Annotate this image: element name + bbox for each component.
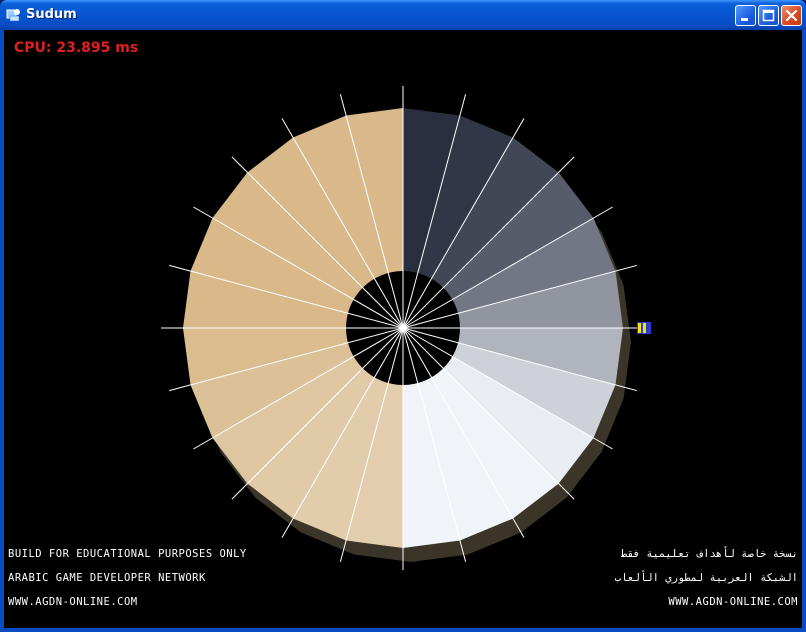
- app-window: Sudum CPU: 23.895 ms BUILD FOR EDUCATION…: [0, 0, 806, 632]
- window-frame-right: [802, 30, 806, 632]
- minimize-button[interactable]: [735, 5, 756, 26]
- cpu-timing-readout: CPU: 23.895 ms: [14, 40, 139, 56]
- footer-right-line-3: WWW.AGDN-ONLINE.COM: [668, 596, 798, 608]
- footer-left-line-3: WWW.AGDN-ONLINE.COM: [8, 596, 138, 608]
- footer-left-line-2: ARABIC GAME DEVELOPER NETWORK: [8, 572, 206, 584]
- footer-left-line-1: BUILD FOR EDUCATIONAL PURPOSES ONLY: [8, 548, 247, 560]
- minimize-icon: [741, 18, 748, 21]
- close-icon: [785, 9, 798, 22]
- game-viewport[interactable]: CPU: 23.895 ms BUILD FOR EDUCATIONAL PUR…: [4, 30, 802, 628]
- app-icon: [6, 9, 20, 22]
- footer-credits-right: نسخة خاصة لأهداف تعليمية فقط الشبكة العر…: [615, 534, 798, 622]
- footer-right-line-1: نسخة خاصة لأهداف تعليمية فقط: [620, 548, 798, 560]
- footer-credits-left: BUILD FOR EDUCATIONAL PURPOSES ONLY ARAB…: [8, 534, 247, 622]
- position-marker-icon[interactable]: [637, 322, 651, 334]
- footer-right-line-2: الشبكة العربية لمطوري الألعاب: [614, 572, 798, 584]
- window-title: Sudum: [26, 7, 77, 22]
- maximize-button[interactable]: [758, 5, 779, 26]
- wheel-spokes: [161, 86, 645, 570]
- maximize-icon: [762, 9, 775, 22]
- title-bar[interactable]: Sudum: [0, 0, 806, 30]
- close-button[interactable]: [781, 5, 802, 26]
- window-frame-bottom: [0, 628, 806, 632]
